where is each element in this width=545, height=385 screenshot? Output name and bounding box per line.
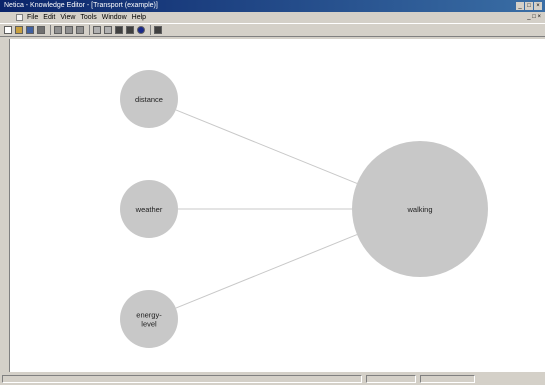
maximize-button[interactable]: □ [525,2,533,10]
minimize-button[interactable]: _ [516,2,524,10]
paste-icon[interactable] [76,26,84,34]
menu-help[interactable]: Help [132,12,146,23]
menu-bar: File Edit View Tools Window Help _ □ × [0,12,545,23]
node-label-distance: distance [135,95,163,104]
node-label-energy-level: energy- [136,311,162,320]
open-icon[interactable] [15,26,23,34]
link-icon[interactable] [104,26,112,34]
document-icon[interactable] [16,14,23,21]
menu-edit[interactable]: Edit [43,12,55,23]
node-label-walking: walking [406,205,432,214]
node-label-energy-level: level [141,320,157,329]
link-distance-to-walking[interactable] [175,109,358,184]
menu-window[interactable]: Window [102,12,127,23]
menu-tools[interactable]: Tools [80,12,96,23]
dot-icon[interactable] [137,26,145,34]
toolbar-separator [150,25,151,35]
save-icon[interactable] [26,26,34,34]
window-title: Netica - Knowledge Editor - [Transport (… [4,2,158,9]
node-label-weather: weather [135,205,163,214]
arrow-left-icon[interactable] [115,26,123,34]
cut-icon[interactable] [54,26,62,34]
network-canvas[interactable]: distance weather energy-level walking [9,39,545,372]
node-icon[interactable] [93,26,101,34]
menu-file[interactable]: File [27,12,38,23]
mdi-controls[interactable]: _ □ × [527,12,541,23]
print-icon[interactable] [37,26,45,34]
status-pane-info [420,375,475,383]
toolbar [0,23,545,37]
status-bar [0,373,545,385]
title-bar: Netica - Knowledge Editor - [Transport (… [0,0,545,12]
network-icon[interactable] [154,26,162,34]
network-graph: distance weather energy-level walking [120,70,488,348]
link-energy-level-to-walking[interactable] [175,234,358,309]
new-icon[interactable] [4,26,12,34]
toolbar-separator [89,25,90,35]
status-pane-main [2,375,362,383]
toolbar-separator [50,25,51,35]
window-controls: _ □ × [516,2,542,10]
arrow-right-icon[interactable] [126,26,134,34]
copy-icon[interactable] [65,26,73,34]
menu-view[interactable]: View [60,12,75,23]
status-pane-mode [366,375,416,383]
close-button[interactable]: × [534,2,542,10]
